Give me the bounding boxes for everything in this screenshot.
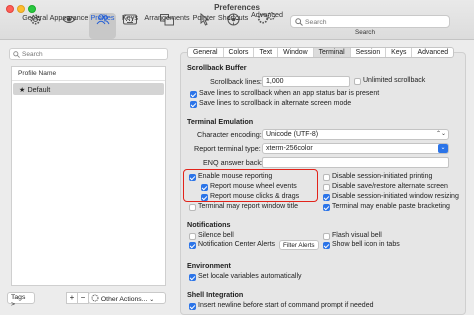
chevron-down-icon: ⌄ [149, 297, 155, 303]
flash-visual-bell-checkbox[interactable] [323, 233, 330, 240]
report-terminal-type-value: xterm-256color [266, 145, 313, 152]
disable-alt-screen-checkbox[interactable] [323, 184, 330, 191]
profile-list: Profile Name ★ Default [11, 66, 166, 286]
profiles-panel: Profile Name ★ Default Tags > + − Other … [7, 48, 168, 308]
unlimited-scrollback-checkbox[interactable] [354, 78, 361, 85]
notification-center-alerts-label: Notification Center Alerts [198, 241, 276, 248]
toolbar-keys-label: Keys [122, 13, 138, 22]
toolbar-search-label: Search [355, 29, 375, 36]
profile-list-footer: Tags > + − Other Actions... ⌄ [7, 292, 168, 308]
report-mouse-wheel-checkbox[interactable] [201, 184, 208, 191]
chevron-down-icon[interactable]: ⌄ [438, 144, 448, 153]
disable-printing-checkbox[interactable] [323, 174, 330, 181]
gear-icon [91, 294, 99, 302]
tags-button[interactable]: Tags > [7, 292, 35, 308]
unlimited-scrollback-label: Unlimited scrollback [363, 77, 426, 84]
set-locale-label: Set locale variables automatically [198, 273, 302, 280]
paste-bracketing-checkbox[interactable] [323, 204, 330, 211]
disable-printing-label: Disable session-initiated printing [332, 173, 433, 180]
tab-session[interactable]: Session [351, 48, 387, 57]
profile-search-input[interactable] [22, 50, 162, 59]
toolbar-profiles-label: Profiles [90, 13, 115, 22]
tags-label: Tags > [11, 294, 26, 308]
toolbar-general-label: General [22, 13, 48, 22]
report-mouse-clicks-label: Report mouse clicks & drags [210, 193, 300, 200]
insert-newline-label: Insert newline before start of command p… [198, 302, 374, 309]
enq-answer-back-field[interactable] [262, 157, 449, 168]
toolbar-search-input[interactable] [305, 17, 445, 27]
silence-bell-checkbox[interactable] [189, 233, 196, 240]
tab-terminal[interactable]: Terminal [313, 48, 351, 57]
toolbar-profiles-button[interactable]: Profiles [89, 13, 116, 39]
report-window-title-label: Terminal may report window title [198, 203, 298, 210]
character-encoding-label: Character encoding: [197, 130, 262, 139]
toolbar-shortcuts-label: Shortcuts [217, 13, 249, 22]
terminal-emulation-heading: Terminal Emulation [187, 117, 254, 126]
disable-alt-screen-label: Disable save/restore alternate screen [332, 183, 448, 190]
toolbar-pointer-button[interactable]: Pointer [193, 13, 215, 39]
report-terminal-type-label: Report terminal type: [194, 144, 261, 153]
insert-newline-checkbox[interactable] [189, 303, 196, 310]
toolbar-shortcuts-button[interactable]: Shortcuts [218, 13, 248, 39]
preferences-toolbar: Preferences General Appearance Profiles … [0, 0, 474, 40]
environment-heading: Environment [187, 261, 231, 270]
scrollback-lines-label: Scrollback lines: [210, 77, 262, 86]
show-bell-icon-checkbox[interactable] [323, 242, 330, 249]
show-bell-icon-label: Show bell icon in tabs [332, 241, 400, 248]
other-actions-menu[interactable]: Other Actions... ⌄ [88, 292, 166, 304]
set-locale-checkbox[interactable] [189, 274, 196, 281]
paste-bracketing-label: Terminal may enable paste bracketing [332, 203, 450, 210]
search-icon [13, 51, 20, 58]
toolbar-arrangements-button[interactable]: Arrangements [144, 13, 190, 39]
character-encoding-value: Unicode (UTF-8) [266, 131, 319, 138]
tab-general[interactable]: General [188, 48, 224, 57]
save-lines-statusbar-label: Save lines to scrollback when an app sta… [199, 90, 380, 97]
enable-mouse-reporting-label: Enable mouse reporting [198, 173, 273, 180]
tab-text[interactable]: Text [254, 48, 279, 57]
filter-alerts-button[interactable]: Filter Alerts [279, 240, 319, 250]
window-title: Preferences [214, 3, 260, 12]
toolbar-arrangements-label: Arrangements [144, 13, 190, 22]
toolbar-advanced-button[interactable]: Advanced [251, 10, 283, 36]
enable-mouse-reporting-checkbox[interactable] [189, 174, 196, 181]
profile-list-item-default[interactable]: ★ Default [13, 83, 164, 95]
shell-integration-heading: Shell Integration [187, 290, 244, 299]
report-window-title-checkbox[interactable] [189, 204, 196, 211]
save-lines-alternate-checkbox[interactable] [190, 101, 197, 108]
tab-keys[interactable]: Keys [386, 48, 413, 57]
disable-window-resizing-label: Disable session-initiated window resizin… [332, 193, 459, 200]
toolbar-search-field[interactable] [290, 15, 450, 28]
notifications-heading: Notifications [187, 220, 231, 229]
save-lines-alternate-label: Save lines to scrollback in alternate sc… [199, 100, 352, 107]
silence-bell-label: Silence bell [198, 232, 234, 239]
save-lines-statusbar-checkbox[interactable] [190, 91, 197, 98]
disable-window-resizing-checkbox[interactable] [323, 194, 330, 201]
scrollback-lines-field[interactable]: 1,000 [262, 76, 350, 87]
profile-tabs: General Colors Text Window Terminal Sess… [187, 47, 455, 58]
profile-name-column-header[interactable]: Profile Name [12, 67, 165, 81]
toolbar-pointer-label: Pointer [192, 13, 216, 22]
tab-colors[interactable]: Colors [224, 48, 255, 57]
report-mouse-clicks-checkbox[interactable] [201, 194, 208, 201]
report-terminal-type-combobox[interactable]: xterm-256color ⌄ [262, 143, 449, 154]
toolbar-advanced-label: Advanced [251, 10, 283, 19]
tab-window[interactable]: Window [278, 48, 314, 57]
toolbar-appearance-label: Appearance [49, 13, 89, 22]
toolbar-general-button[interactable]: General [22, 13, 48, 39]
select-arrows-icon: ⌃⌄ [435, 131, 446, 137]
enq-answer-back-label: ENQ answer back: [203, 158, 263, 167]
notification-center-alerts-checkbox[interactable] [189, 242, 196, 249]
toolbar-appearance-button[interactable]: Appearance [49, 13, 89, 39]
profile-search-field[interactable] [9, 48, 168, 60]
other-actions-label: Other Actions... [100, 296, 148, 303]
search-icon [295, 18, 303, 26]
toolbar-keys-button[interactable]: Keys [120, 13, 140, 39]
report-mouse-wheel-label: Report mouse wheel events [210, 183, 297, 190]
flash-visual-bell-label: Flash visual bell [332, 232, 382, 239]
scrollback-heading: Scrollback Buffer [187, 63, 247, 72]
tab-advanced[interactable]: Advanced [412, 48, 453, 57]
character-encoding-select[interactable]: Unicode (UTF-8) ⌃⌄ [262, 129, 449, 140]
